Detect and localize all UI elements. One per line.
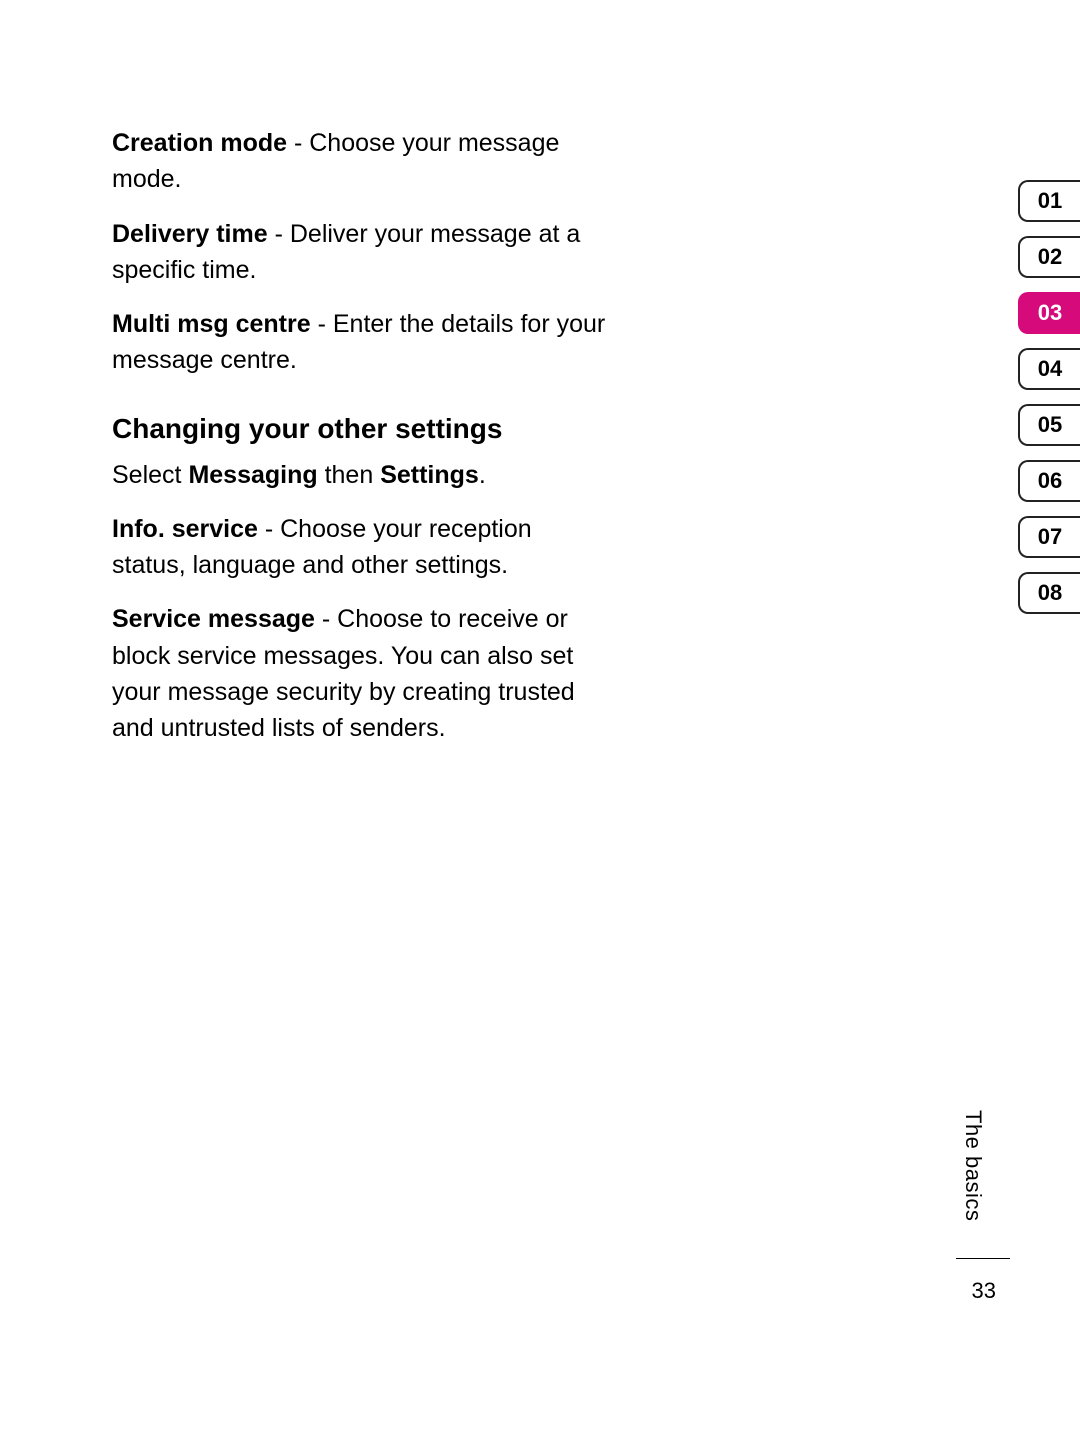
section-label: The basics: [960, 1110, 986, 1221]
setting-service-message: Service message - Choose to receive or b…: [112, 601, 612, 746]
main-content: Creation mode - Choose your message mode…: [112, 125, 612, 764]
setting-info-service: Info. service - Choose your reception st…: [112, 511, 612, 584]
chapter-tab-07[interactable]: 07: [1018, 516, 1080, 558]
tab-label: 04: [1038, 356, 1062, 382]
chapter-tab-02[interactable]: 02: [1018, 236, 1080, 278]
tab-label: 01: [1038, 188, 1062, 214]
tab-label: 06: [1038, 468, 1062, 494]
footer-divider: [956, 1258, 1010, 1259]
page-number: 33: [972, 1278, 996, 1304]
chapter-tab-03[interactable]: 03: [1018, 292, 1080, 334]
term: Info. service: [112, 515, 258, 543]
chapter-tab-05[interactable]: 05: [1018, 404, 1080, 446]
setting-delivery-time: Delivery time - Deliver your message at …: [112, 216, 612, 289]
term: Creation mode: [112, 129, 287, 157]
setting-creation-mode: Creation mode - Choose your message mode…: [112, 125, 612, 198]
menu-settings: Settings: [380, 461, 479, 489]
select-instruction: Select Messaging then Settings.: [112, 457, 612, 493]
chapter-tab-01[interactable]: 01: [1018, 180, 1080, 222]
text: Select: [112, 461, 188, 489]
chapter-tab-06[interactable]: 06: [1018, 460, 1080, 502]
text: then: [318, 461, 381, 489]
section-heading: Changing your other settings: [112, 413, 612, 445]
term: Service message: [112, 605, 315, 633]
chapter-tab-04[interactable]: 04: [1018, 348, 1080, 390]
tab-label: 07: [1038, 524, 1062, 550]
term: Multi msg centre: [112, 310, 311, 338]
chapter-tabs: 01 02 03 04 05 06 07 08: [1018, 180, 1080, 614]
tab-label: 05: [1038, 412, 1062, 438]
setting-multi-msg-centre: Multi msg centre - Enter the details for…: [112, 306, 612, 379]
term: Delivery time: [112, 220, 268, 248]
tab-label: 08: [1038, 580, 1062, 606]
chapter-tab-08[interactable]: 08: [1018, 572, 1080, 614]
tab-label: 02: [1038, 244, 1062, 270]
menu-messaging: Messaging: [188, 461, 317, 489]
tab-label: 03: [1038, 300, 1062, 326]
text: .: [479, 461, 486, 489]
